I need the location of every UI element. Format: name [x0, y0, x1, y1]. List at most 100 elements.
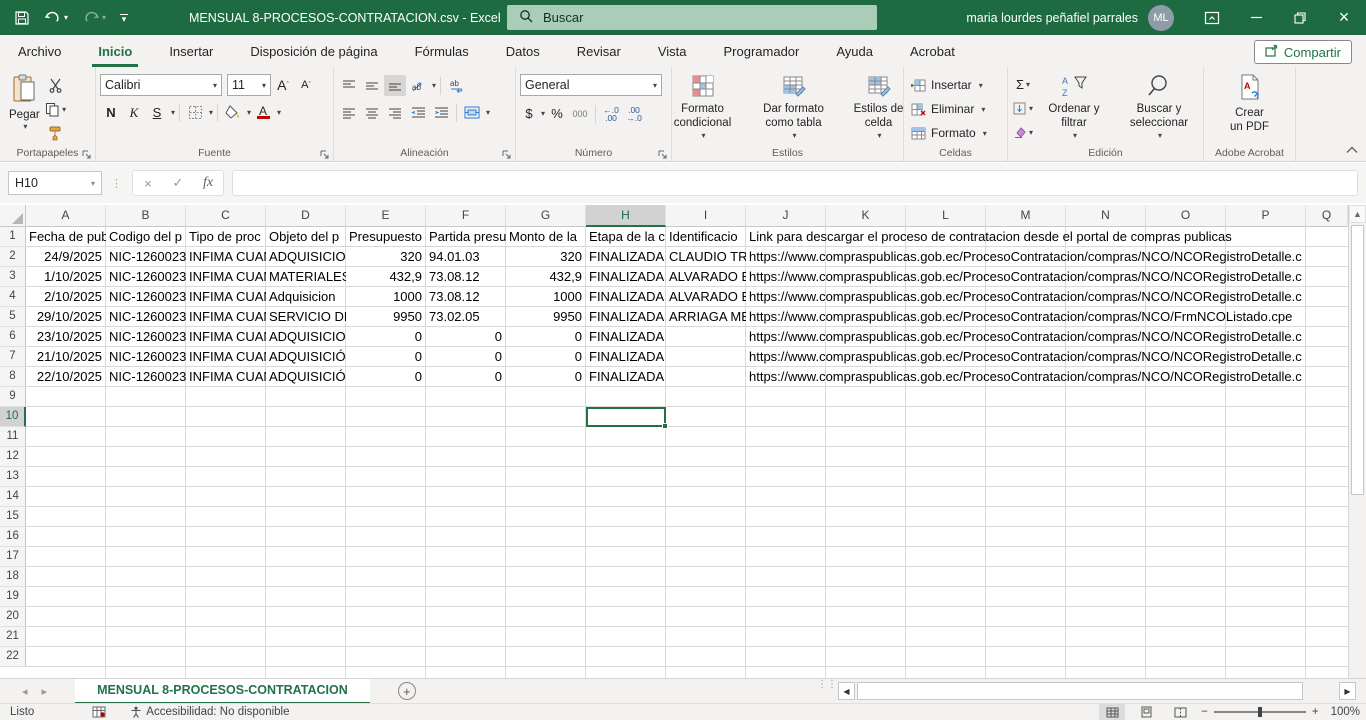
horizontal-scrollbar[interactable]: ◀ ▶: [838, 682, 1358, 700]
merge-center-icon[interactable]: [461, 102, 483, 123]
cell-C7[interactable]: INFIMA CUANTIA: [186, 347, 266, 367]
cell-B6[interactable]: NIC-1260023: [106, 327, 186, 347]
alineacion-dialog-launcher-icon[interactable]: [502, 148, 512, 158]
sheet-nav-right-icon[interactable]: ▸: [42, 685, 48, 698]
insert-function-icon[interactable]: fx: [193, 171, 223, 195]
orientation-icon[interactable]: ab: [407, 75, 429, 96]
cell-F2[interactable]: 94.01.03: [426, 247, 506, 267]
column-header-B[interactable]: B: [106, 205, 186, 227]
cell-E5[interactable]: 9950: [346, 307, 426, 327]
clear-icon[interactable]: ▾: [1012, 122, 1034, 143]
column-header-O[interactable]: O: [1146, 205, 1226, 227]
vertical-scroll-thumb[interactable]: [1351, 225, 1364, 495]
tab-archivo[interactable]: Archivo: [16, 38, 63, 65]
conditional-formatting-button[interactable]: Formato condicional▾: [661, 71, 745, 147]
cell-G6[interactable]: 0: [506, 327, 586, 347]
horizontal-scroll-thumb[interactable]: [857, 682, 1303, 700]
tab-formulas[interactable]: Fórmulas: [413, 38, 471, 65]
tab-datos[interactable]: Datos: [504, 38, 542, 65]
new-sheet-icon[interactable]: +: [398, 682, 416, 700]
fill-icon[interactable]: ▾: [1012, 98, 1034, 119]
tabbar-splitter[interactable]: ⋮⋮: [817, 682, 837, 688]
align-top-icon[interactable]: [338, 75, 360, 96]
column-header-D[interactable]: D: [266, 205, 346, 227]
cell-F5[interactable]: 73.02.05: [426, 307, 506, 327]
cell-G1[interactable]: Monto de la: [506, 227, 586, 247]
macro-record-icon[interactable]: [92, 706, 106, 718]
normal-view-icon[interactable]: [1099, 704, 1125, 720]
cell-E3[interactable]: 432,9: [346, 267, 426, 287]
tab-revisar[interactable]: Revisar: [575, 38, 623, 65]
cell-C1[interactable]: Tipo de proc: [186, 227, 266, 247]
cell-D3[interactable]: MATERIALES: [266, 267, 346, 287]
cell-B4[interactable]: NIC-1260023: [106, 287, 186, 307]
cell-A4[interactable]: 2/10/2025: [26, 287, 106, 307]
format-painter-icon[interactable]: [45, 123, 67, 144]
column-header-I[interactable]: I: [666, 205, 746, 227]
cell-F1[interactable]: Partida presu: [426, 227, 506, 247]
name-box[interactable]: H10▾: [8, 171, 102, 195]
cell-I2[interactable]: CLAUDIO TRU: [666, 247, 746, 267]
column-header-L[interactable]: L: [906, 205, 986, 227]
cell-B2[interactable]: NIC-1260023: [106, 247, 186, 267]
cell-H3[interactable]: FINALIZADA: [586, 267, 666, 287]
scroll-left-icon[interactable]: ◀: [838, 682, 855, 700]
decrease-font-icon[interactable]: Aˇ: [295, 75, 317, 96]
decrease-indent-icon[interactable]: [407, 102, 429, 123]
cell-J8[interactable]: https://www.compraspublicas.gob.ec/Proce…: [746, 367, 1348, 387]
bold-button[interactable]: N: [100, 102, 122, 123]
numero-dialog-launcher-icon[interactable]: [658, 148, 668, 158]
cell-G4[interactable]: 1000: [506, 287, 586, 307]
align-left-icon[interactable]: [338, 102, 360, 123]
cell-J3[interactable]: https://www.compraspublicas.gob.ec/Proce…: [746, 267, 1348, 287]
tab-acrobat[interactable]: Acrobat: [908, 38, 957, 65]
find-select-button[interactable]: Buscar y seleccionar▾: [1114, 71, 1204, 147]
cell-C4[interactable]: INFIMA CUANTIA: [186, 287, 266, 307]
cell-D8[interactable]: ADQUISICIÓN: [266, 367, 346, 387]
font-color-icon[interactable]: A: [252, 102, 274, 123]
undo-icon[interactable]: ▾: [44, 10, 68, 25]
align-middle-icon[interactable]: [361, 75, 383, 96]
column-header-K[interactable]: K: [826, 205, 906, 227]
fill-color-icon[interactable]: [222, 102, 244, 123]
page-layout-view-icon[interactable]: [1133, 704, 1159, 720]
share-button[interactable]: Compartir: [1254, 40, 1352, 64]
accessibility-status[interactable]: Accesibilidad: No disponible: [130, 706, 289, 718]
decrease-decimal-icon[interactable]: .00→.0: [623, 103, 645, 124]
percent-format-icon[interactable]: %: [546, 103, 568, 124]
format-as-table-button[interactable]: Dar formato como tabla▾: [747, 71, 841, 147]
cell-I4[interactable]: ALVARADO E: [666, 287, 746, 307]
cell-J6[interactable]: https://www.compraspublicas.gob.ec/Proce…: [746, 327, 1348, 347]
font-size-combo[interactable]: 11▾: [227, 74, 271, 96]
cell-F8[interactable]: 0: [426, 367, 506, 387]
copy-icon[interactable]: ▾: [45, 99, 67, 120]
cell-H6[interactable]: FINALIZADA: [586, 327, 666, 347]
vertical-scrollbar[interactable]: ▲: [1348, 205, 1366, 678]
column-header-E[interactable]: E: [346, 205, 426, 227]
column-header-N[interactable]: N: [1066, 205, 1146, 227]
cell-H8[interactable]: FINALIZADA: [586, 367, 666, 387]
cell-G7[interactable]: 0: [506, 347, 586, 367]
page-break-view-icon[interactable]: [1167, 704, 1193, 720]
cut-icon[interactable]: [45, 75, 67, 96]
cell-E1[interactable]: Presupuesto: [346, 227, 426, 247]
cell-C2[interactable]: INFIMA CUANTIA: [186, 247, 266, 267]
cell-E2[interactable]: 320: [346, 247, 426, 267]
cell-A5[interactable]: 29/10/2025: [26, 307, 106, 327]
cell-B8[interactable]: NIC-1260023: [106, 367, 186, 387]
ribbon-display-options-icon[interactable]: [1190, 0, 1234, 35]
cell-I3[interactable]: ALVARADO E: [666, 267, 746, 287]
cell-D6[interactable]: ADQUISICION: [266, 327, 346, 347]
align-right-icon[interactable]: [384, 102, 406, 123]
restore-button[interactable]: [1278, 0, 1322, 35]
tab-disposicion[interactable]: Disposición de página: [248, 38, 379, 65]
cell-A7[interactable]: 21/10/2025: [26, 347, 106, 367]
cell-B5[interactable]: NIC-1260023: [106, 307, 186, 327]
select-all-corner[interactable]: [0, 205, 26, 227]
cell-J1[interactable]: Link para descargar el proceso de contra…: [746, 227, 1348, 247]
cell-D5[interactable]: SERVICIO DE: [266, 307, 346, 327]
number-format-combo[interactable]: General▾: [520, 74, 662, 96]
cell-E4[interactable]: 1000: [346, 287, 426, 307]
column-header-P[interactable]: P: [1226, 205, 1306, 227]
cell-B3[interactable]: NIC-1260023: [106, 267, 186, 287]
